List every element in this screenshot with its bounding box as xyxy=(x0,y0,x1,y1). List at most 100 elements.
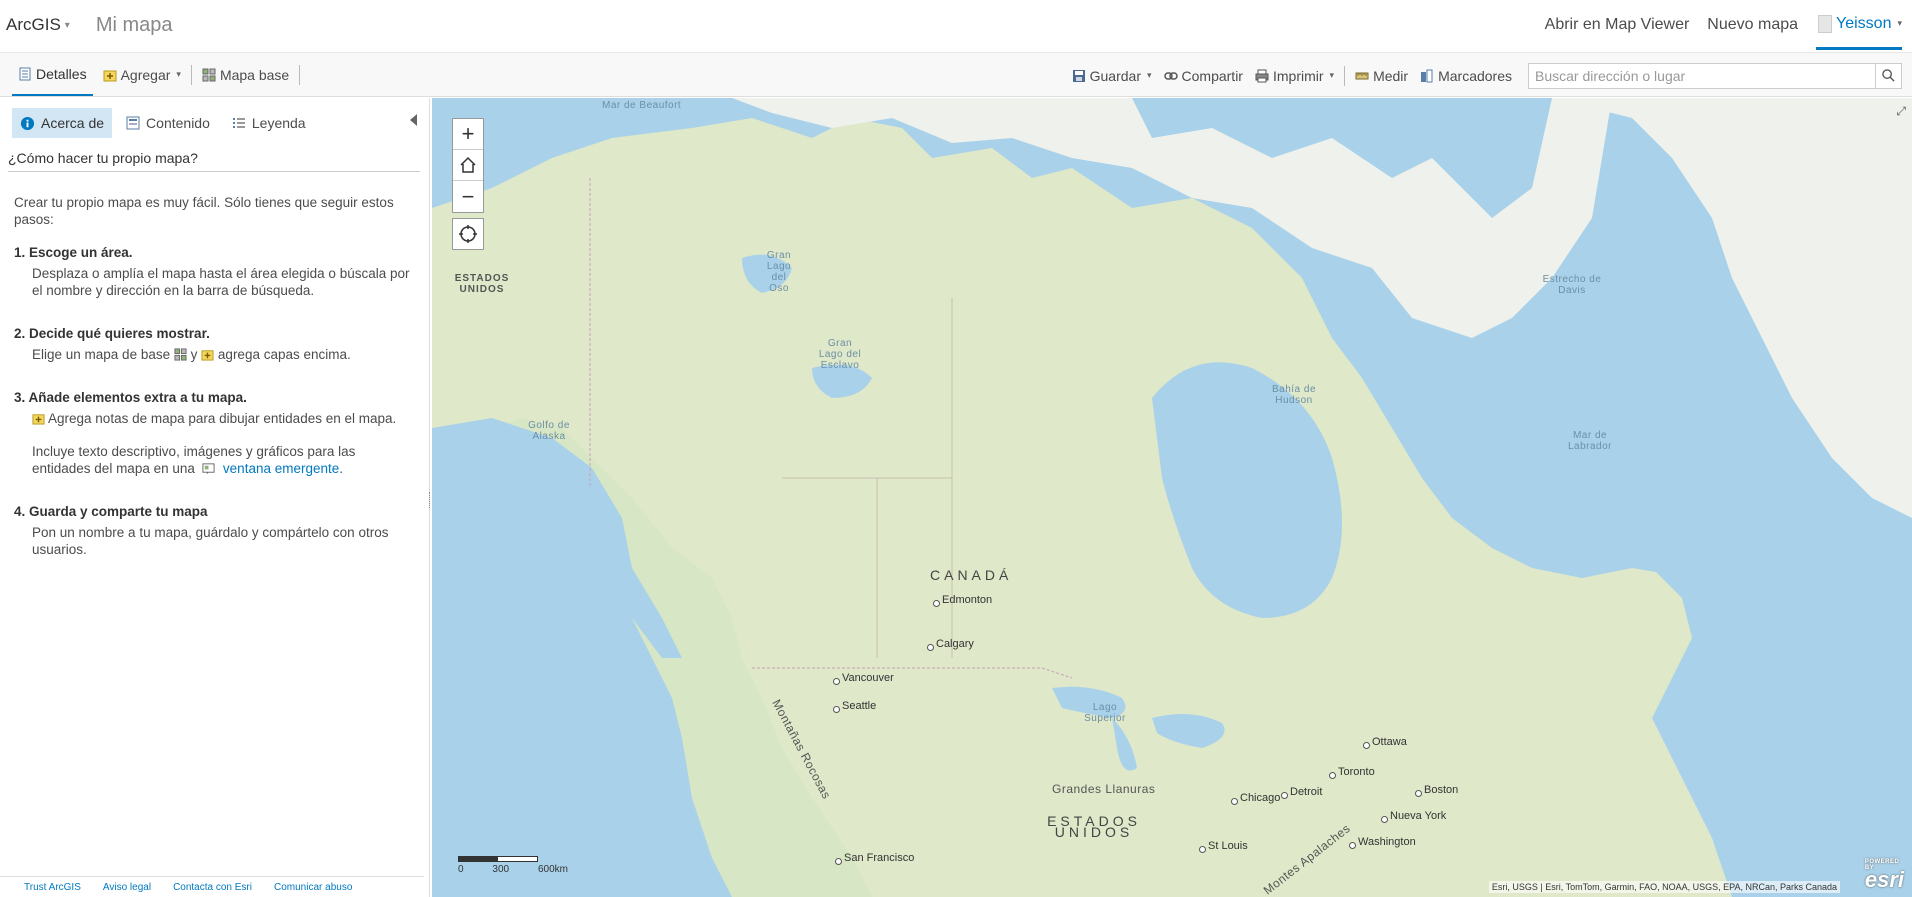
add-button[interactable]: Agregar ▾ xyxy=(97,53,187,96)
share-link-icon xyxy=(1163,71,1178,80)
basemap-image xyxy=(432,98,1912,897)
footer-link-legal[interactable]: Aviso legal xyxy=(103,882,151,893)
city-st-louis: St Louis xyxy=(1199,840,1248,853)
basemap-grid-icon xyxy=(174,348,187,361)
city-chicago: Chicago xyxy=(1230,792,1281,805)
add-label: Agregar xyxy=(120,66,171,83)
save-button[interactable]: Guardar ▾ xyxy=(1066,53,1158,98)
panel-splitter-handle[interactable] xyxy=(429,492,431,508)
label-great-plains: Grandes Llanuras xyxy=(1052,782,1156,796)
step-3-title: 3. Añade elementos extra a tu mapa. xyxy=(14,390,247,405)
arcgis-menu[interactable]: ArcGIS ▾ xyxy=(6,15,70,35)
about-content: Crear tu propio mapa es muy fácil. Sólo … xyxy=(14,194,414,584)
basemap-button[interactable]: Mapa base xyxy=(196,53,295,96)
open-map-viewer-link[interactable]: Abrir en Map Viewer xyxy=(1545,16,1690,34)
bookmarks-label: Marcadores xyxy=(1438,67,1512,84)
esri-logo: POWERED BY esri xyxy=(1865,859,1904,893)
scale-labels: 0 300 600km xyxy=(458,864,568,875)
label-lake-superior: Lago Superior xyxy=(1084,702,1126,724)
add-layer-icon xyxy=(103,70,117,81)
popup-link[interactable]: ventana emergente xyxy=(223,461,339,476)
powered-by: POWERED BY xyxy=(1864,859,1900,871)
tab-about-label: Acerca de xyxy=(41,115,105,131)
label-hudson-bay: Bahía de Hudson xyxy=(1271,384,1317,406)
bookmarks-button[interactable]: Marcadores xyxy=(1414,53,1518,98)
basemap-grid-icon xyxy=(202,68,216,81)
chevron-down-icon: ▾ xyxy=(1897,18,1902,28)
map-attribution[interactable]: Esri, USGS | Esri, TomTom, Garmin, FAO, … xyxy=(1488,881,1840,893)
divider xyxy=(190,64,192,85)
save-disk-icon xyxy=(1072,69,1085,82)
share-button[interactable]: Compartir xyxy=(1158,53,1249,98)
tab-content[interactable]: Contenido xyxy=(118,108,218,138)
label-canada: CANADÁ xyxy=(930,567,1013,583)
tab-content-label: Contenido xyxy=(146,115,210,131)
label-usa-alaska: ESTADOS UNIDOS xyxy=(454,273,510,295)
locate-button[interactable] xyxy=(452,218,484,250)
tab-about[interactable]: Acerca de xyxy=(12,108,113,138)
tab-legend[interactable]: Leyenda xyxy=(224,108,314,138)
details-label: Detalles xyxy=(36,65,87,82)
info-icon xyxy=(20,116,35,130)
user-name: Yeisson xyxy=(1836,14,1892,32)
tab-legend-label: Leyenda xyxy=(251,115,306,131)
scale-label-1: 300 xyxy=(492,864,510,875)
zoom-controls: + − xyxy=(452,118,484,213)
chevron-down-icon: ▾ xyxy=(1329,70,1335,80)
footer-link-trust[interactable]: Trust ArcGIS xyxy=(24,882,81,893)
print-button[interactable]: Imprimir ▾ xyxy=(1249,53,1340,98)
step-3-period: . xyxy=(339,461,344,476)
printer-icon xyxy=(1255,69,1269,82)
measure-button[interactable]: Medir xyxy=(1349,53,1414,98)
city-detroit: Detroit xyxy=(1280,786,1323,799)
chevron-down-icon: ▾ xyxy=(176,69,181,79)
city-toronto: Toronto xyxy=(1329,766,1375,779)
panel-tabs: Acerca de Contenido Leyenda xyxy=(12,108,314,138)
city-boston: Boston xyxy=(1414,784,1459,797)
details-panel: Acerca de Contenido Leyenda ¿Cómo hacer … xyxy=(0,98,430,897)
city-seattle: Seattle xyxy=(832,700,877,713)
new-map-link[interactable]: Nuevo mapa xyxy=(1707,16,1798,34)
city-edmonton: Edmonton xyxy=(932,594,993,607)
step-1-title: 1. Escoge un área. xyxy=(14,245,133,260)
footer-link-abuse[interactable]: Comunicar abuso xyxy=(274,882,352,893)
scale-rule xyxy=(458,856,538,862)
label-davis-strait: Estrecho de Davis xyxy=(1542,274,1602,296)
label-great-slave-lake: Gran Lago del Esclavo xyxy=(818,338,862,371)
details-button[interactable]: Detalles xyxy=(12,53,93,96)
panel-heading: ¿Cómo hacer tu propio mapa? xyxy=(8,150,420,172)
city-new-york: Nueva York xyxy=(1380,810,1447,823)
footer-link-contact[interactable]: Contacta con Esri xyxy=(173,882,252,893)
map-title[interactable]: Mi mapa xyxy=(96,14,173,37)
bookmark-icon xyxy=(1421,69,1433,82)
content-icon xyxy=(126,116,140,130)
panel-footer: Trust ArcGIS Aviso legal Contacta con Es… xyxy=(0,876,424,893)
city-ottawa: Ottawa xyxy=(1363,736,1407,749)
search-input[interactable] xyxy=(1529,67,1875,84)
home-icon xyxy=(460,156,476,173)
expand-icon[interactable]: ⤢ xyxy=(1896,104,1906,119)
details-icon xyxy=(19,67,31,80)
basemap-label: Mapa base xyxy=(219,66,290,83)
home-button[interactable] xyxy=(453,150,483,181)
step-4-body: Pon un nombre a tu mapa, guárdalo y comp… xyxy=(32,525,389,557)
save-label: Guardar xyxy=(1089,67,1141,84)
collapse-panel-icon[interactable] xyxy=(410,114,417,126)
map-notes-icon xyxy=(32,414,45,425)
scale-bar: 0 300 600km xyxy=(458,856,568,875)
user-menu[interactable]: Yeisson ▾ xyxy=(1816,0,1902,50)
search-button[interactable] xyxy=(1875,63,1901,88)
divider xyxy=(299,64,301,85)
label-great-bear-lake: Gran Lago del Oso xyxy=(766,250,792,294)
add-layer-icon xyxy=(201,350,214,361)
search-box xyxy=(1528,62,1902,89)
label-beaufort: Mar de Beaufort xyxy=(602,100,682,111)
zoom-in-button[interactable]: + xyxy=(453,119,483,150)
toolbar: Detalles Agregar ▾ Mapa base Guardar ▾ C… xyxy=(0,52,1912,97)
step-3-body: Agrega notas de mapa para dibujar entida… xyxy=(14,410,414,477)
step-4-title: 4. Guarda y comparte tu mapa xyxy=(14,504,208,519)
zoom-out-button[interactable]: − xyxy=(453,181,483,212)
toolbar-right: Guardar ▾ Compartir Imprimir ▾ Medir Mar… xyxy=(1066,53,1912,98)
map-view[interactable]: + − ⤢ Mar de Beaufort ESTADOS UNIDOS Gra… xyxy=(432,98,1912,897)
intro-text: Crear tu propio mapa es muy fácil. Sólo … xyxy=(14,195,394,227)
